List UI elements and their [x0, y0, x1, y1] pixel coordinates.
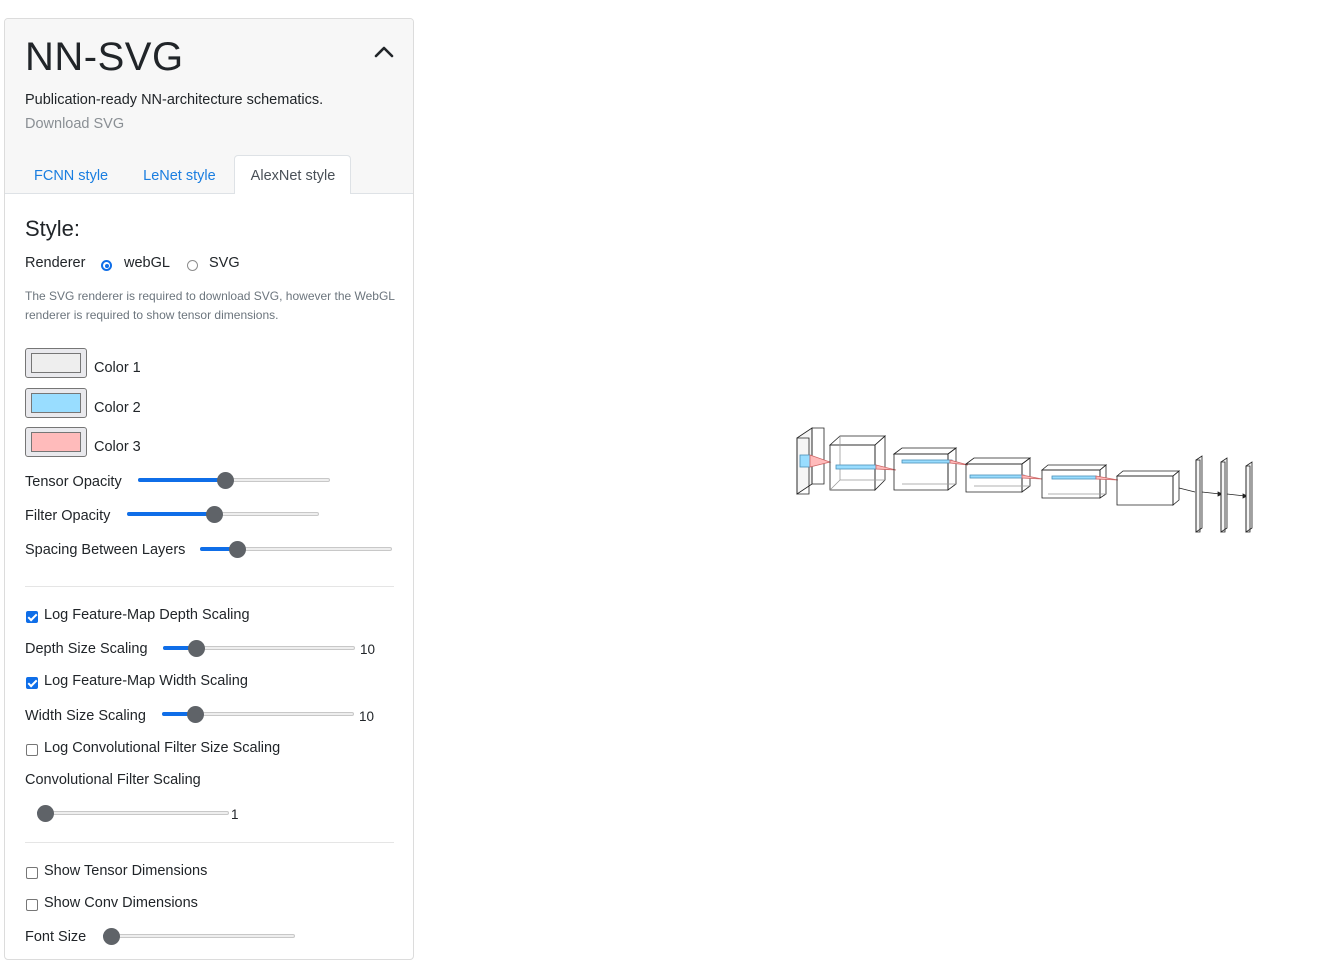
- color-1-picker[interactable]: [25, 348, 87, 378]
- log-width-label[interactable]: Log Feature-Map Width Scaling: [44, 673, 248, 689]
- spacing-slider[interactable]: [200, 541, 392, 558]
- show-tensor-dims-label[interactable]: Show Tensor Dimensions: [44, 863, 207, 879]
- conv-layer-1: [828, 435, 897, 491]
- tab-fcnn[interactable]: FCNN style: [9, 155, 124, 194]
- filter-opacity-label: Filter Opacity: [25, 508, 111, 524]
- filter-opacity-slider[interactable]: [127, 506, 319, 523]
- conv-layer-5: [1115, 470, 1196, 506]
- panel-header: NN-SVG Publication-ready NN-architecture…: [5, 19, 413, 194]
- style-tabs: FCNN style LeNet style AlexNet style: [5, 155, 352, 194]
- log-depth-label[interactable]: Log Feature-Map Depth Scaling: [44, 607, 250, 623]
- color-2-picker[interactable]: [25, 388, 87, 418]
- conv-layer-4: [1040, 464, 1119, 499]
- divider: [25, 842, 394, 843]
- log-conv-checkbox[interactable]: [26, 743, 38, 761]
- dense-layers: [1195, 455, 1253, 533]
- font-size-slider[interactable]: [103, 928, 295, 945]
- depth-size-value: 10: [360, 642, 376, 657]
- tensor-opacity-slider[interactable]: [138, 472, 330, 489]
- color-2-label: Color 2: [94, 400, 141, 416]
- network-diagram: [796, 427, 1253, 533]
- page-title: NN-SVG: [25, 35, 184, 79]
- renderer-webgl-radio[interactable]: [101, 258, 112, 276]
- renderer-webgl-label[interactable]: webGL: [124, 255, 170, 271]
- color-3-picker[interactable]: [25, 427, 87, 457]
- spacing-label: Spacing Between Layers: [25, 542, 186, 558]
- log-width-checkbox[interactable]: [26, 676, 38, 694]
- width-size-slider[interactable]: [162, 706, 354, 723]
- width-size-value: 10: [359, 709, 375, 724]
- renderer-svg-radio[interactable]: [187, 258, 198, 276]
- depth-size-label: Depth Size Scaling: [25, 641, 148, 657]
- style-heading: Style:: [25, 216, 81, 241]
- conv-filter-slider[interactable]: [37, 805, 229, 822]
- log-depth-checkbox[interactable]: [26, 610, 38, 628]
- control-panel: NN-SVG Publication-ready NN-architecture…: [4, 18, 414, 960]
- conv-filter-label: Convolutional Filter Scaling: [25, 772, 201, 788]
- divider: [25, 586, 394, 587]
- tab-lenet[interactable]: LeNet style: [124, 155, 234, 194]
- renderer-label: Renderer: [25, 255, 86, 271]
- show-conv-dims-checkbox[interactable]: [26, 898, 38, 916]
- download-svg-link[interactable]: Download SVG: [25, 116, 124, 132]
- show-conv-dims-label[interactable]: Show Conv Dimensions: [44, 895, 198, 911]
- conv-layer-3: [964, 457, 1043, 493]
- input-layer: [796, 427, 832, 495]
- tensor-opacity-label: Tensor Opacity: [25, 474, 122, 490]
- width-size-label: Width Size Scaling: [25, 708, 146, 724]
- depth-size-slider[interactable]: [163, 640, 355, 657]
- log-conv-label[interactable]: Log Convolutional Filter Size Scaling: [44, 740, 280, 756]
- renderer-note: The SVG renderer is required to download…: [25, 289, 395, 322]
- color-1-label: Color 1: [94, 360, 141, 376]
- font-size-label: Font Size: [25, 929, 87, 945]
- renderer-svg-label[interactable]: SVG: [209, 255, 240, 271]
- chevron-up-icon[interactable]: [373, 43, 395, 61]
- color-3-label: Color 3: [94, 439, 141, 455]
- tab-alexnet[interactable]: AlexNet style: [233, 155, 352, 194]
- show-tensor-dims-checkbox[interactable]: [26, 866, 38, 884]
- conv-filter-value: 1: [231, 807, 239, 822]
- subtitle: Publication-ready NN-architecture schema…: [25, 92, 324, 108]
- conv-layer-2: [892, 447, 969, 491]
